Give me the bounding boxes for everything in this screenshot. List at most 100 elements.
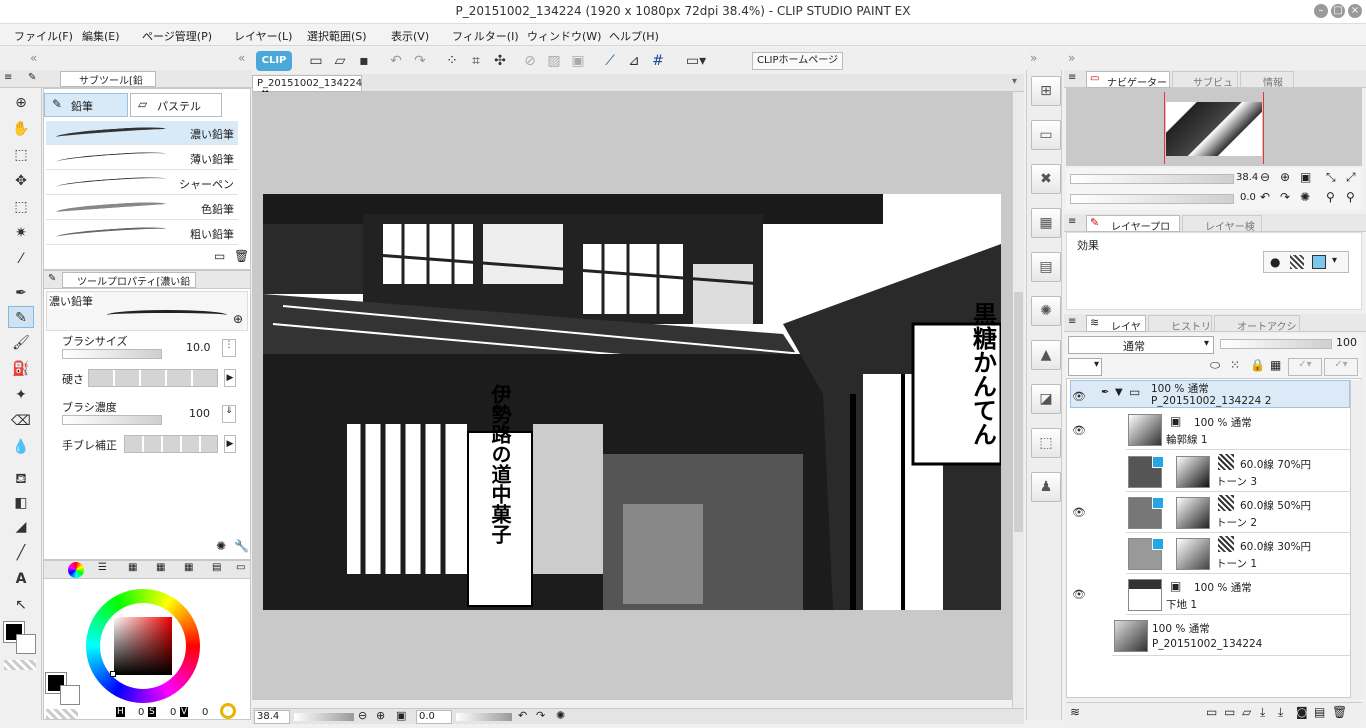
nav-zoom-slider[interactable] (1070, 174, 1234, 184)
ruler-snap-icon[interactable]: ⟋ (600, 51, 620, 71)
layer-color-swatch[interactable] (1312, 255, 1326, 269)
brush-row-colored[interactable]: 色鉛筆 (46, 196, 238, 220)
canvas-tab[interactable]: P_20151002_134224 ✖ (252, 75, 362, 100)
lock-transparent-icon[interactable]: ▦ (1270, 358, 1281, 372)
nav-rotate-slider[interactable] (1070, 194, 1234, 204)
figure-tool-icon[interactable]: ◢ (8, 516, 34, 538)
hand-tool-icon[interactable]: ✋ (8, 118, 34, 140)
selection-clear-icon[interactable]: ⊘ (520, 51, 540, 71)
density-slider[interactable] (62, 415, 162, 425)
zoom-slider[interactable] (294, 713, 354, 721)
brush-size-slider[interactable] (62, 349, 162, 359)
hardness-expand-icon[interactable]: ▶ (224, 369, 236, 387)
transparent-swatch[interactable] (4, 660, 36, 670)
delete-layer-icon[interactable]: 🗑 (1332, 705, 1347, 719)
brush-size-value[interactable]: 10.0 (186, 341, 211, 354)
selection-tool-icon[interactable]: ⬚ (8, 196, 34, 218)
layer-color-controls[interactable]: ● ▾ (1263, 251, 1349, 273)
eye-icon[interactable]: 👁 (1072, 506, 1086, 519)
nav-flip-v-icon[interactable]: ⤢ (1346, 170, 1356, 185)
eye-icon[interactable]: 👁 (1072, 424, 1086, 437)
nav-zoom-in-icon[interactable]: ⊕ (1280, 170, 1290, 184)
tab-auto-action[interactable]: オートアクション (1214, 315, 1300, 348)
canvas-area[interactable]: 伊勢路の道中菓子 黒糖かんてん (252, 92, 1012, 700)
color-slider-tab-icon[interactable]: ☰ (98, 562, 107, 573)
layer-menu-icon[interactable]: ≡ (1068, 316, 1076, 327)
line-tool-icon[interactable]: ╱ (8, 542, 34, 564)
ruler-link-icon[interactable]: ✓▾ (1324, 358, 1358, 376)
layer-folder-row[interactable]: ✒ ▼ ▭ 100 % 通常 P_20151002_134224 2 (1070, 380, 1350, 408)
tab-history[interactable]: ヒストリー (1148, 315, 1212, 348)
eraser-tool-icon[interactable]: ⌫ (8, 410, 34, 432)
grid-snap-icon[interactable]: # (648, 51, 668, 71)
menu-page[interactable]: ページ管理(P) (142, 28, 212, 44)
menu-filter[interactable]: フィルター(I) (452, 28, 519, 44)
transfer-down-icon[interactable]: ⤓ (1260, 705, 1265, 720)
zoom-out-icon[interactable]: ⊖ (358, 709, 367, 722)
tab-info[interactable]: 情報 (1240, 71, 1294, 89)
preview-zoom-icon[interactable]: ⊕ (233, 312, 243, 326)
menu-layer[interactable]: レイヤー(L) (234, 28, 292, 44)
layer-row-base[interactable]: ▣ 100 % 通常 下地 1 (1126, 575, 1350, 615)
brush-row-rough[interactable]: 粗い鉛筆 (46, 221, 238, 245)
tab-layer-property[interactable]: レイヤープロパティ (1086, 215, 1180, 248)
expand-right-icon[interactable]: » (1030, 51, 1037, 65)
menu-help[interactable]: ヘルプ(H) (609, 28, 659, 44)
collapse-left2-icon[interactable]: « (238, 51, 245, 65)
special-ruler-icon[interactable]: ⊿ (624, 51, 644, 71)
menu-icon[interactable]: ≡ (4, 72, 12, 83)
pencil-tool-icon[interactable]: ✎ (8, 306, 34, 328)
rotate-right-icon[interactable]: ↷ (536, 709, 545, 722)
save-icon[interactable]: ▪ (354, 51, 374, 71)
material-3d-icon[interactable]: ⬚ (1031, 428, 1061, 458)
eye-icon[interactable]: 👁 (1072, 588, 1086, 601)
pen-tool-icon[interactable]: ✒ (8, 282, 34, 304)
clip-badge[interactable]: CLIP (256, 51, 292, 71)
apply-mask-icon[interactable]: ▤ (1314, 705, 1325, 719)
brush-size-settings-icon[interactable]: ⋮ (222, 339, 236, 357)
nav-reset-view-icon[interactable]: ⚲ (1326, 190, 1335, 204)
new-file-icon[interactable]: ▭ (306, 51, 326, 71)
tool-property-title[interactable]: ツールプロパティ[濃い鉛筆] (62, 272, 196, 303)
move-tool-icon[interactable]: ✥ (8, 170, 34, 192)
menu-window[interactable]: ウィンドウ(W) (527, 28, 601, 44)
menu-file[interactable]: ファイル(F) (14, 28, 73, 44)
layer-color-dropdown-icon[interactable]: ▾ (1332, 255, 1337, 266)
close-button[interactable]: × (1348, 4, 1362, 18)
blend-tool-icon[interactable]: 💧 (8, 436, 34, 458)
s-value[interactable]: 0 (170, 707, 176, 718)
brush-row-light[interactable]: 薄い鉛筆 (46, 146, 238, 170)
nav-flip-h-icon[interactable]: ⤡ (1326, 170, 1336, 185)
opacity-slider[interactable] (1220, 339, 1332, 349)
reset-rotate-icon[interactable]: ✺ (556, 709, 565, 722)
material-image-icon[interactable]: ▭ (1031, 120, 1061, 150)
material-effect-icon[interactable]: ✺ (1031, 296, 1061, 326)
layer-stack-bottom-icon[interactable]: ≋ (1070, 705, 1080, 719)
material-figure-icon[interactable]: ♟ (1031, 472, 1061, 502)
opacity-value[interactable]: 100 (1336, 336, 1357, 349)
expression-color-select[interactable]: ▾ (1068, 358, 1102, 376)
selection-fill-icon[interactable]: ▨ (544, 51, 564, 71)
object-tool-icon[interactable]: ⬚ (8, 144, 34, 166)
maximize-button[interactable]: □ (1331, 4, 1345, 18)
create-mask-icon[interactable]: ◙ (1296, 705, 1308, 719)
menu-edit[interactable]: 編集(E) (82, 28, 120, 44)
sub-color-swatch[interactable] (16, 634, 36, 654)
print-dropdown-icon[interactable]: ▭▾ (680, 51, 712, 71)
layer-row-tone3[interactable]: 60.0線 70%円 トーン 3 (1126, 452, 1350, 492)
transform-icon[interactable]: ⁘ (442, 51, 462, 71)
brush-tool-icon[interactable]: 🖌 (8, 332, 34, 354)
clip-homepage-button[interactable]: CLIPホームページ (752, 52, 844, 70)
color-set-tab-icon[interactable]: ▦ (128, 562, 137, 573)
merge-down-icon[interactable]: ⤓ (1278, 705, 1283, 720)
nav-rotate-left-icon[interactable]: ↶ (1260, 190, 1270, 204)
rotate-left-icon[interactable]: ↶ (518, 709, 527, 722)
menu-selection[interactable]: 選択範囲(S) (307, 28, 367, 44)
expand-right2-icon[interactable]: » (1068, 51, 1075, 65)
rotate-slider[interactable] (456, 713, 512, 721)
vertical-scrollbar[interactable] (1012, 92, 1024, 708)
layer-row-tone2[interactable]: 60.0線 50%円 トーン 2 (1126, 493, 1350, 533)
material-tone-icon[interactable]: ⊞ (1031, 76, 1061, 106)
color-mode-icon[interactable] (220, 703, 236, 719)
material-background-icon[interactable]: ▲ (1031, 340, 1061, 370)
